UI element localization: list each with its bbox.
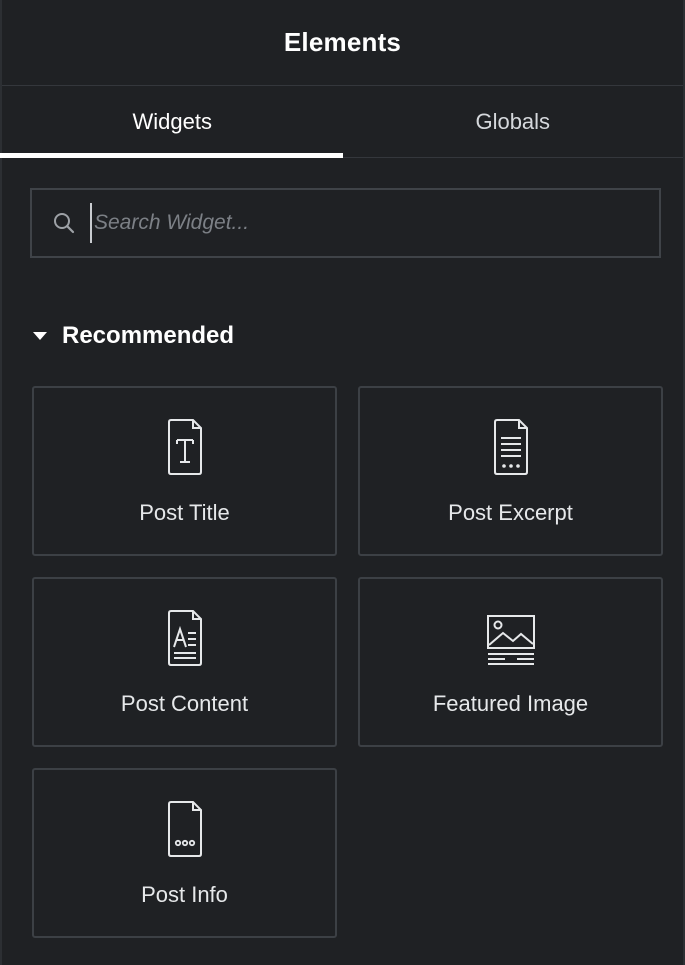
featured-image-icon: [486, 615, 535, 665]
widget-featured-image[interactable]: Featured Image: [358, 577, 663, 747]
section-header-recommended[interactable]: Recommended: [32, 320, 683, 352]
search-input[interactable]: [90, 203, 659, 243]
post-content-icon: [167, 610, 202, 666]
post-excerpt-icon: [493, 419, 528, 475]
widget-grid: Post Title Post Excerpt Post Content Fea…: [32, 386, 664, 938]
panel-header: Elements: [2, 0, 683, 86]
post-title-icon: [167, 419, 202, 475]
search-container: [2, 158, 683, 258]
widget-post-info[interactable]: Post Info: [32, 768, 337, 938]
panel-title: Elements: [283, 27, 402, 57]
widget-label: Post Info: [141, 882, 228, 907]
widget-label: Featured Image: [432, 691, 589, 716]
widget-label: Post Excerpt: [448, 500, 573, 525]
widget-post-excerpt[interactable]: Post Excerpt: [358, 386, 663, 556]
tab-widgets[interactable]: Widgets: [0, 86, 343, 158]
caret-down-icon: [33, 332, 47, 340]
search-box: [30, 188, 661, 258]
tab-bar: Widgets Globals: [0, 86, 684, 158]
widget-post-title[interactable]: Post Title: [32, 386, 337, 556]
widget-label: Post Title: [139, 500, 230, 525]
post-info-icon: [167, 801, 202, 857]
widget-label: Post Content: [120, 691, 249, 716]
elements-panel: Elements Widgets Globals Recommended Pos…: [0, 0, 685, 965]
widget-post-content[interactable]: Post Content: [32, 577, 337, 747]
section-title: Recommended: [62, 322, 235, 349]
tab-globals[interactable]: Globals: [343, 86, 684, 157]
search-icon: [54, 213, 75, 234]
